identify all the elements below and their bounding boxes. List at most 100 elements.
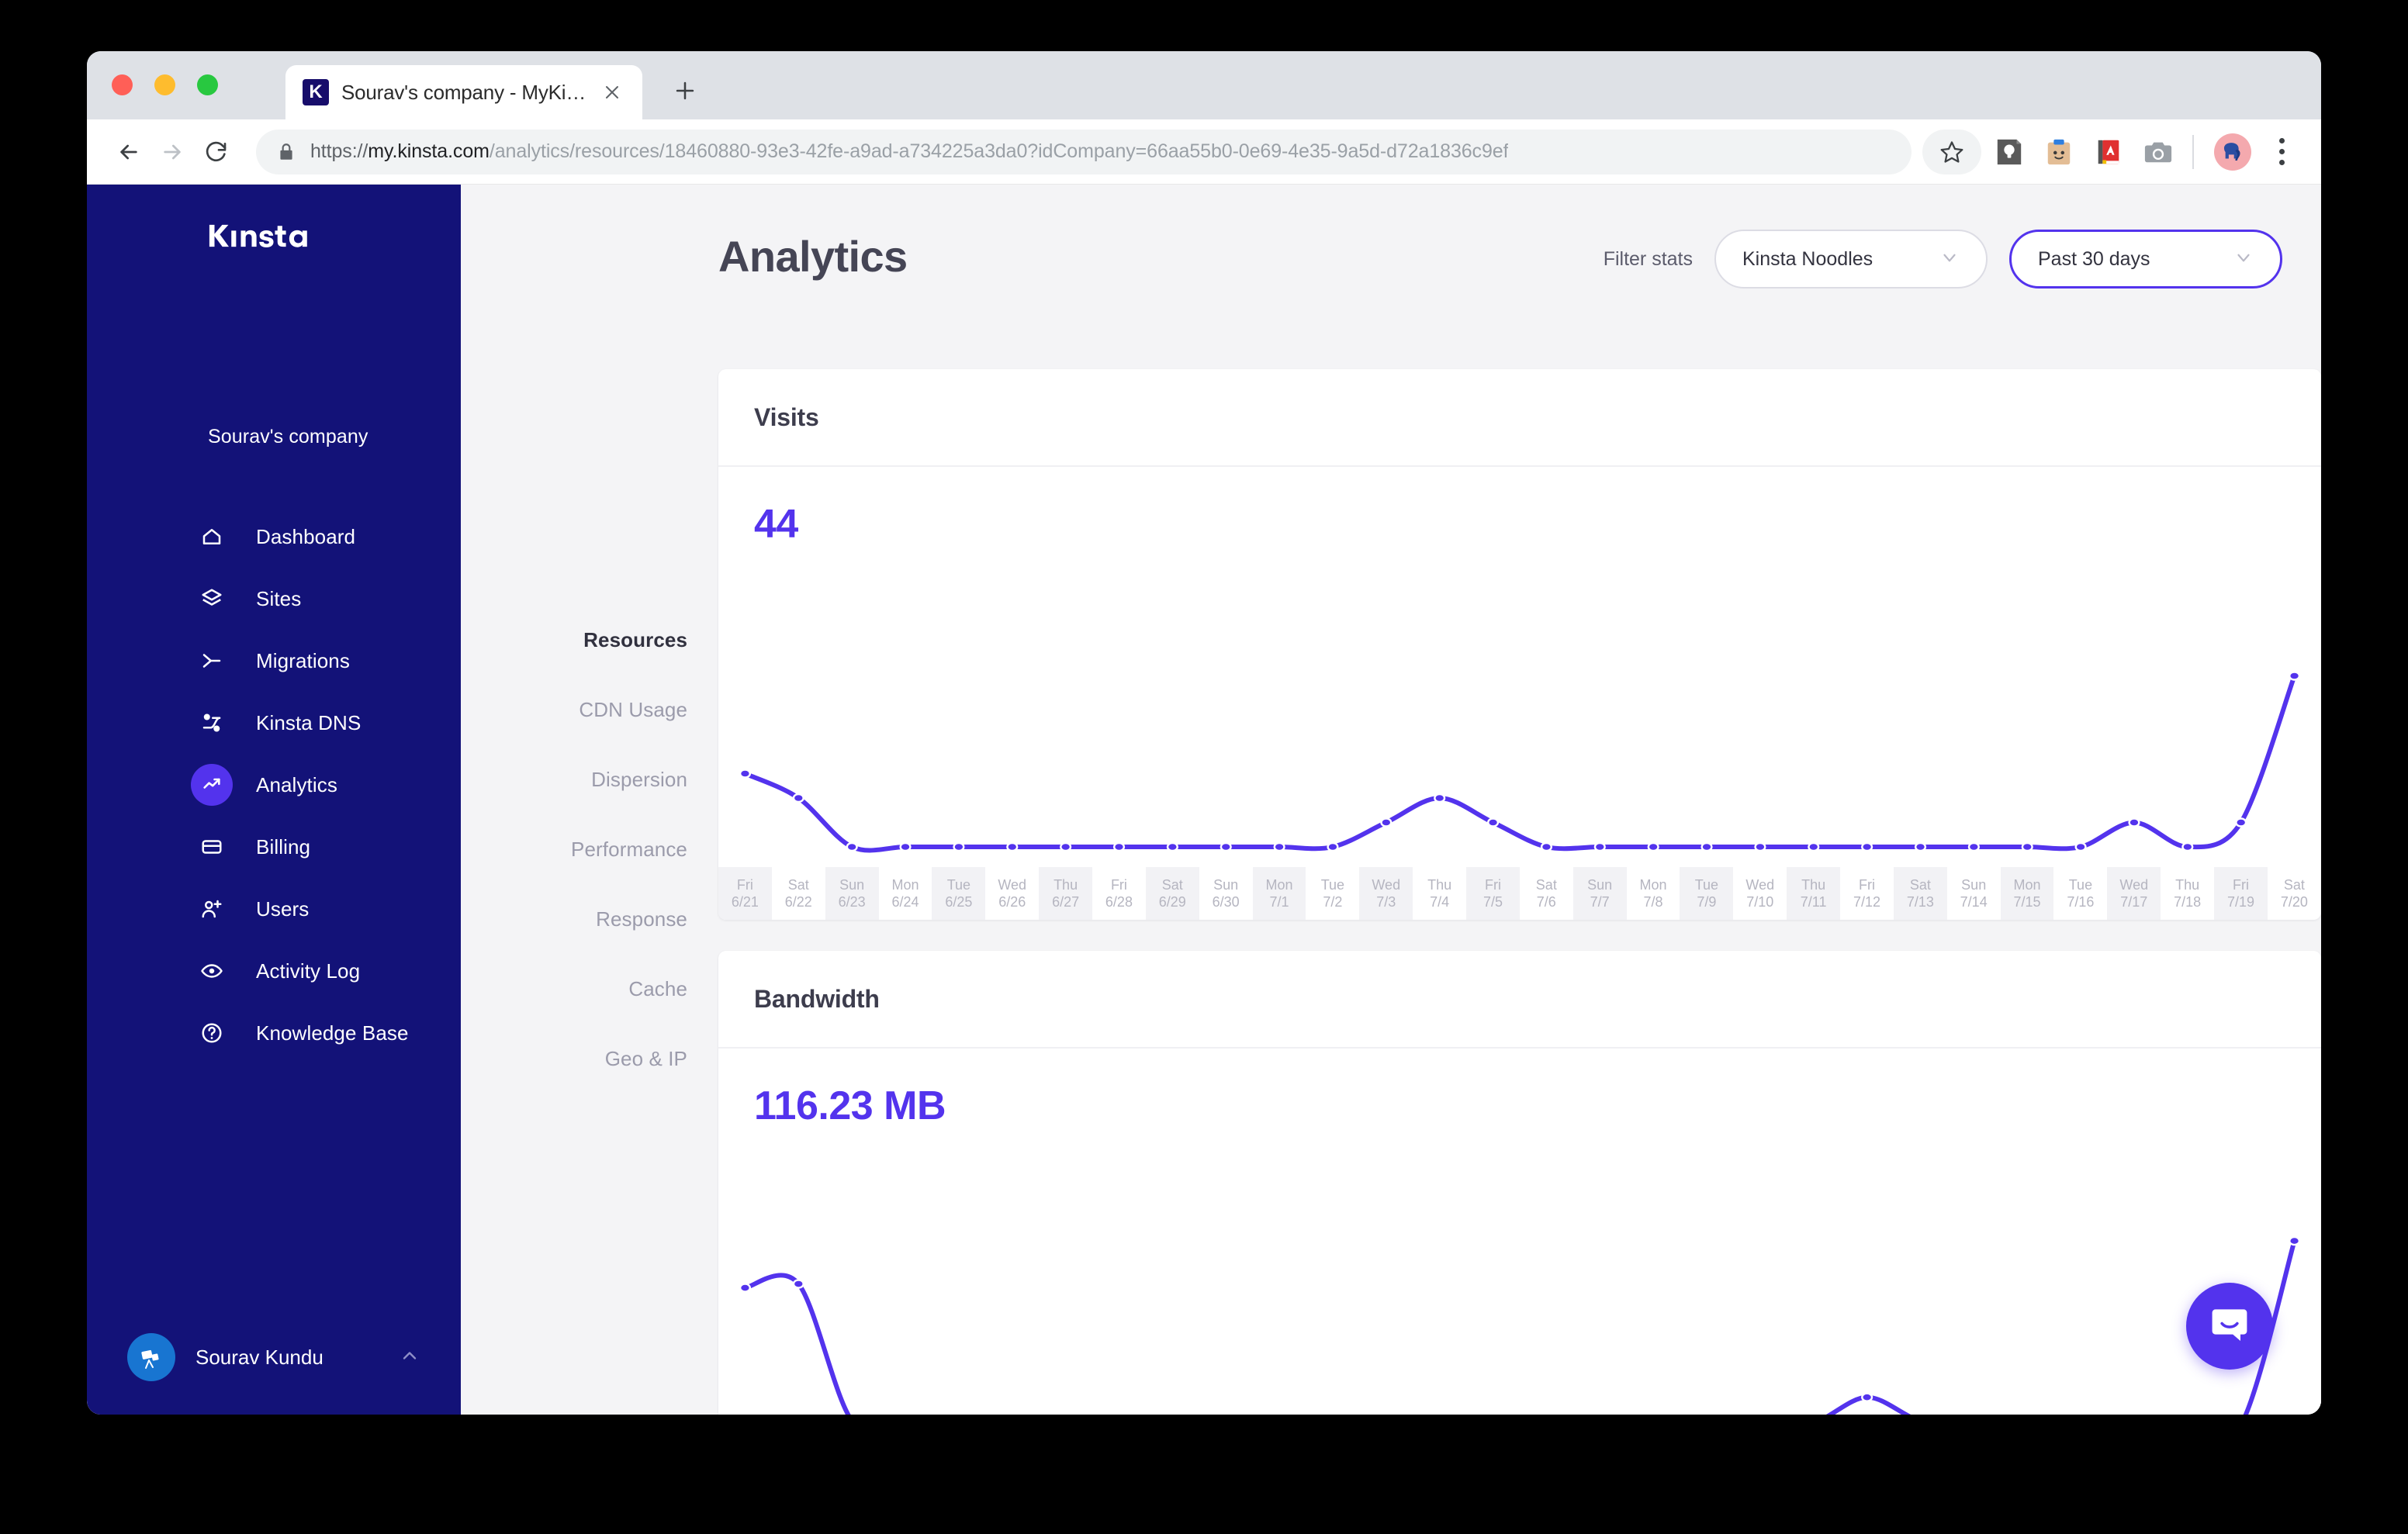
reload-icon[interactable] [194, 130, 237, 174]
axis-tick-date: 7/3 [1376, 894, 1396, 910]
clipboard-face-icon[interactable] [2037, 130, 2081, 174]
toolbar-icon-group [1922, 129, 2301, 174]
sidebar-item-sites[interactable]: Sites [87, 568, 461, 630]
axis-tick: Wed 7/3 [1359, 867, 1413, 920]
sidebar-item-analytics[interactable]: Analytics [87, 754, 461, 816]
sidebar-item-activity-log[interactable]: Activity Log [87, 940, 461, 1002]
camera-icon[interactable] [2136, 130, 2180, 174]
tab-geo-ip[interactable]: Geo & IP [461, 1024, 718, 1093]
axis-tick: Wed 7/17 [2107, 867, 2161, 920]
axis-tick-weekday: Thu [1427, 876, 1452, 893]
tab-cdn-usage[interactable]: CDN Usage [461, 675, 718, 745]
axis-tick-weekday: Mon [1265, 876, 1293, 893]
axis-tick-date: 6/26 [998, 894, 1026, 910]
axis-tick: Tue 6/25 [932, 867, 986, 920]
bandwidth-chart-line [718, 1216, 2321, 1415]
forward-arrow-icon[interactable] [150, 130, 194, 174]
bandwidth-card: Bandwidth 116.23 MB Fri6/21Sat6/22Sun6/2… [718, 951, 2321, 1415]
axis-tick-weekday: Sat [1535, 876, 1557, 893]
axis-tick-date: 6/24 [891, 894, 919, 910]
axis-tick-date: 7/7 [1590, 894, 1610, 910]
sidebar-item-migrations[interactable]: Migrations [87, 630, 461, 692]
tab-cache[interactable]: Cache [461, 954, 718, 1024]
trend-up-icon [191, 764, 233, 806]
tab-response[interactable]: Response [461, 884, 718, 954]
eye-icon [191, 950, 233, 992]
browser-tab-title: Sourav's company - MyKinsta [341, 80, 586, 104]
axis-tick-date: 6/27 [1052, 894, 1080, 910]
axis-tick: Mon 7/15 [2000, 867, 2054, 920]
page-title: Analytics [718, 232, 908, 281]
axis-tick-date: 7/1 [1269, 894, 1289, 910]
axis-tick-weekday: Fri [1110, 876, 1127, 893]
new-tab-icon[interactable] [667, 73, 703, 109]
axis-tick-date: 7/6 [1536, 894, 1556, 910]
three-dot-menu-icon[interactable] [2262, 130, 2301, 174]
intercom-chat-button[interactable] [2186, 1283, 2273, 1370]
bookmark-star-icon[interactable] [1922, 129, 1981, 174]
axis-tick-weekday: Tue [1320, 876, 1345, 893]
axis-tick-date: 7/10 [1746, 894, 1774, 910]
axis-tick-weekday: Thu [1054, 876, 1078, 893]
note-bulb-icon[interactable] [1988, 130, 2031, 174]
sidebar-item-users[interactable]: Users [87, 878, 461, 940]
minimize-window-button[interactable] [154, 74, 175, 95]
axis-tick: Sat 7/6 [1520, 867, 1573, 920]
close-window-button[interactable] [112, 74, 133, 95]
axis-tick-weekday: Fri [1858, 876, 1875, 893]
sidebar-item-label: Activity Log [256, 959, 361, 983]
filter-controls: Filter stats Kinsta Noodles Past 30 days [1604, 230, 2282, 288]
axis-tick: Wed 7/10 [1733, 867, 1787, 920]
axis-tick: Tue 7/9 [1680, 867, 1734, 920]
axis-tick-date: 7/18 [2174, 894, 2202, 910]
back-arrow-icon[interactable] [107, 130, 150, 174]
axis-tick-weekday: Sat [2283, 876, 2305, 893]
page-header: Analytics Filter stats Kinsta Noodles Pa… [461, 185, 2321, 363]
site-filter-dropdown[interactable]: Kinsta Noodles [1714, 230, 1988, 288]
axis-tick: Mon 7/8 [1627, 867, 1680, 920]
sidebar-item-kinsta-dns[interactable]: Kinsta DNS [87, 692, 461, 754]
analytics-cards: Visits 44 Fri 6/21 Sat 6/22 Sun 6/23 Mon 6/24 Tu… [718, 363, 2321, 1415]
tab-performance[interactable]: Performance [461, 814, 718, 884]
close-tab-icon[interactable] [599, 79, 625, 105]
app-viewport: Sourav's company Dashboard Sites Migrati… [87, 185, 2321, 1415]
kinsta-logo[interactable] [208, 222, 340, 250]
tab-resources[interactable]: Resources [461, 605, 718, 675]
axis-tick-weekday: Fri [736, 876, 753, 893]
axis-tick-date: 7/15 [2013, 894, 2041, 910]
sidebar-user-menu[interactable]: Sourav Kundu [106, 1317, 442, 1398]
chevron-up-icon[interactable] [399, 1345, 420, 1370]
axis-tick-weekday: Fri [2232, 876, 2249, 893]
address-bar[interactable]: https://my.kinsta.com/analytics/resource… [256, 129, 1912, 174]
axis-tick-date: 7/14 [1960, 894, 1988, 910]
maximize-window-button[interactable] [197, 74, 218, 95]
axis-tick-weekday: Sun [839, 876, 865, 893]
axis-tick: Sat 7/20 [2268, 867, 2321, 920]
axis-tick-weekday: Sat [1161, 876, 1183, 893]
sidebar-item-label: Users [256, 897, 310, 921]
analytics-content: Resources CDN Usage Dispersion Performan… [461, 363, 2321, 1415]
axis-tick-date: 7/16 [2067, 894, 2095, 910]
elephant-avatar-icon[interactable] [2214, 133, 2251, 171]
visits-chart[interactable]: Fri 6/21 Sat 6/22 Sun 6/23 Mon 6/24 Tue 6/25 Wed 6/… [718, 634, 2321, 920]
axis-tick: Thu 7/4 [1413, 867, 1466, 920]
sidebar-item-billing[interactable]: Billing [87, 816, 461, 878]
home-icon [191, 516, 233, 558]
axis-tick-date: 7/11 [1800, 894, 1827, 910]
axis-tick-weekday: Sun [1961, 876, 1987, 893]
sidebar-item-knowledge-base[interactable]: Knowledge Base [87, 1002, 461, 1064]
axis-tick-weekday: Wed [2119, 876, 2149, 893]
axis-tick: Sat 7/13 [1893, 867, 1947, 920]
date-range-dropdown[interactable]: Past 30 days [2009, 230, 2282, 288]
axis-tick-weekday: Fri [1484, 876, 1501, 893]
chevron-down-icon [1939, 247, 1960, 271]
browser-tab[interactable]: K Sourav's company - MyKinsta [285, 65, 642, 119]
red-book-icon[interactable] [2087, 130, 2130, 174]
bandwidth-card-title: Bandwidth [754, 984, 880, 1013]
axis-tick-date: 7/17 [2120, 894, 2148, 910]
sidebar-item-dashboard[interactable]: Dashboard [87, 506, 461, 568]
bandwidth-chart[interactable]: Fri6/21Sat6/22Sun6/23Mon6/24Tue6/25Wed6/… [718, 1216, 2321, 1415]
axis-tick-weekday: Sun [1587, 876, 1613, 893]
bandwidth-metric-value: 116.23 MB [754, 1083, 946, 1128]
tab-dispersion[interactable]: Dispersion [461, 745, 718, 814]
